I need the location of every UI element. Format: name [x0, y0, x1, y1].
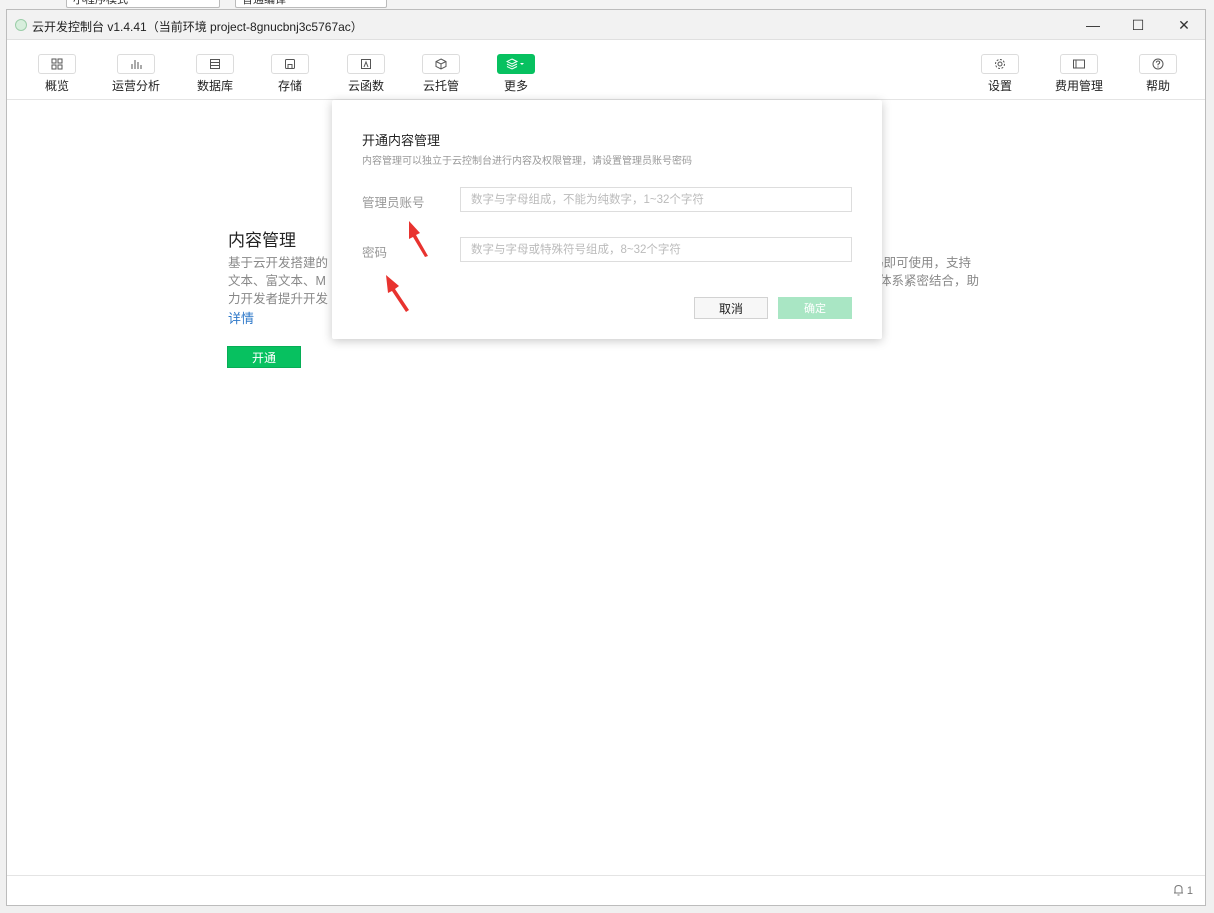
bell-icon	[1173, 884, 1183, 896]
function-icon	[347, 54, 385, 74]
toolbar-label: 帮助	[1145, 79, 1170, 93]
desc-line-2-right: 体系紧密结合，助	[879, 274, 980, 288]
notification-count: 1	[1186, 885, 1193, 897]
toolbar-label: 费用管理	[1054, 79, 1103, 93]
dialog-subtitle: 内容管理可以独立于云控制台进行内容及权限管理，请设置管理员账号密码	[362, 156, 692, 167]
dialog-title: 开通内容管理	[362, 133, 441, 148]
toolbar-help[interactable]: 帮助	[1123, 54, 1193, 94]
help-icon	[1139, 54, 1177, 74]
toolbar-storage[interactable]: 存储	[255, 54, 325, 94]
mode-select[interactable]: 小程序模式	[66, 0, 220, 8]
toolbar-label: 概览	[44, 79, 69, 93]
grid-icon	[38, 54, 76, 74]
main-toolbar: 概览 运营分析 数据库 存储 云函数 云托管 更多 设置 费用管理 帮助	[7, 40, 1205, 100]
page-title: 内容管理	[228, 231, 296, 250]
toolbar-analytics[interactable]: 运营分析	[101, 54, 171, 94]
annotation-arrow-icon	[386, 275, 409, 312]
desc-line-3-left: 力开发者提升开发	[228, 292, 329, 306]
open-button[interactable]: 开通	[227, 346, 301, 368]
billing-icon	[1060, 54, 1098, 74]
gear-icon	[981, 54, 1019, 74]
database-icon	[196, 54, 234, 74]
toolbar-label: 存储	[277, 79, 302, 93]
toolbar-settings[interactable]: 设置	[965, 54, 1035, 94]
password-input[interactable]	[460, 237, 852, 262]
toolbar-label: 运营分析	[111, 79, 160, 93]
toolbar-functions[interactable]: 云函数	[331, 54, 401, 94]
layers-icon	[497, 54, 535, 74]
toolbar-label: 云函数	[347, 79, 384, 93]
confirm-button[interactable]: 确定	[778, 297, 852, 319]
account-label: 管理员账号	[362, 196, 425, 210]
toolbar-more[interactable]: 更多	[481, 54, 551, 94]
window-title: 云开发控制台 v1.4.41（当前环境 project-8gnucbnj3c57…	[32, 20, 363, 34]
toolbar-database[interactable]: 数据库	[180, 54, 250, 94]
status-bar: 1	[7, 875, 1205, 905]
desc-line-2-left: 文本、富文本、M	[228, 274, 326, 288]
toolbar-label: 更多	[503, 79, 528, 93]
toolbar-billing[interactable]: 费用管理	[1044, 54, 1114, 94]
cube-icon	[422, 54, 460, 74]
admin-account-input[interactable]	[460, 187, 852, 212]
toolbar-label: 数据库	[196, 79, 233, 93]
toolbar-label: 云托管	[422, 79, 459, 93]
minimize-button[interactable]: —	[1070, 10, 1116, 40]
annotation-arrow-icon	[409, 221, 428, 257]
app-logo-icon	[15, 19, 27, 31]
toolbar-overview[interactable]: 概览	[22, 54, 92, 94]
close-button[interactable]: ✕	[1161, 10, 1207, 40]
desc-line-1-left: 基于云开发搭建的	[228, 256, 329, 270]
bar-chart-icon	[117, 54, 155, 74]
compile-select[interactable]: 普通编译	[235, 0, 387, 8]
title-bar: 云开发控制台 v1.4.41（当前环境 project-8gnucbnj3c57…	[7, 10, 1205, 40]
storage-icon	[271, 54, 309, 74]
toolbar-label: 设置	[987, 79, 1012, 93]
maximize-button[interactable]: ☐	[1115, 10, 1161, 40]
password-label: 密码	[362, 246, 388, 260]
notification-indicator[interactable]: 1	[1173, 884, 1193, 897]
cancel-button[interactable]: 取消	[694, 297, 768, 319]
desc-line-1-right: 码即可使用，支持	[871, 256, 972, 270]
details-link[interactable]: 详情	[228, 308, 254, 327]
toolbar-cloud-hosting[interactable]: 云托管	[406, 54, 476, 94]
